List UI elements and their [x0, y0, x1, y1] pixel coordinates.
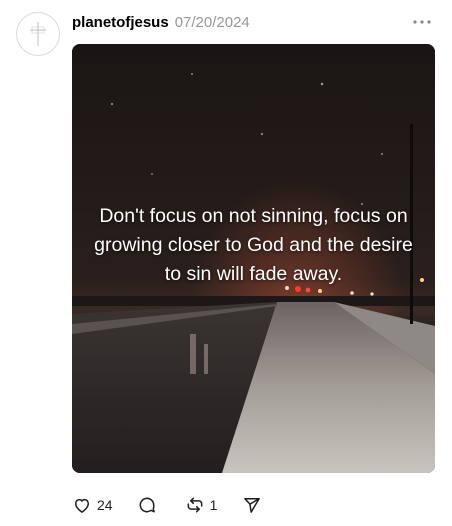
post-card: planetofjesus 07/20/2024 Don't focus on …: [0, 0, 452, 526]
repost-button[interactable]: 1: [185, 495, 218, 515]
like-button[interactable]: 24: [72, 495, 113, 515]
avatar[interactable]: [16, 12, 60, 56]
comment-icon: [139, 497, 155, 513]
post-actions: 24 1: [72, 493, 262, 517]
image-caption: Don't focus on not sinning, focus on gro…: [94, 205, 413, 285]
repost-count: 1: [209, 497, 218, 513]
like-count: 24: [97, 497, 113, 513]
username[interactable]: planetofjesus: [72, 13, 169, 33]
send-icon: [244, 498, 261, 513]
post-header: planetofjesus 07/20/2024: [72, 13, 250, 33]
more-options-button[interactable]: [412, 14, 432, 30]
cross-logo-icon: [30, 22, 46, 46]
more-options-icon: [413, 20, 431, 24]
post-image[interactable]: Don't focus on not sinning, focus on gro…: [72, 44, 435, 473]
heart-icon: [75, 498, 89, 513]
repost-icon: [187, 497, 202, 513]
timestamp[interactable]: 07/20/2024: [175, 13, 250, 33]
reply-button[interactable]: [137, 495, 157, 515]
share-button[interactable]: [242, 495, 262, 515]
